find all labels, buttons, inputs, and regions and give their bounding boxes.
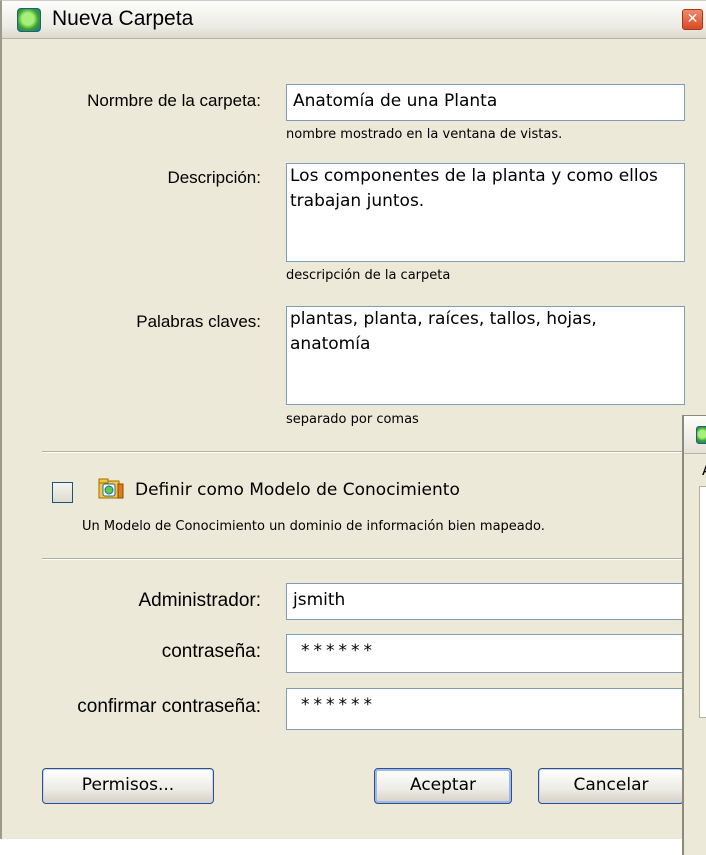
password-label: contraseña: — [161, 641, 261, 662]
confirm-password-label: confirmar contraseña: — [77, 696, 261, 717]
background-window-titlebar[interactable] — [684, 416, 706, 454]
knowledge-model-hint: Un Modelo de Conocimiento un dominio de … — [82, 519, 545, 534]
description-textarea[interactable]: Los componentes de la planta y como ello… — [286, 163, 685, 262]
description-hint: descripción de la carpeta — [286, 268, 451, 283]
background-window-panel — [699, 486, 706, 718]
description-label: Descripción: — [167, 168, 261, 187]
app-logo-icon — [17, 8, 41, 32]
accept-button[interactable]: Aceptar — [374, 768, 512, 804]
keywords-textarea[interactable]: plantas, planta, raíces, tallos, hojas, … — [286, 306, 685, 405]
knowledge-model-icon — [98, 478, 124, 500]
knowledge-model-checkbox[interactable] — [52, 482, 73, 503]
keywords-label: Palabras claves: — [136, 312, 261, 331]
close-button[interactable]: ✕ — [682, 9, 703, 30]
app-logo-icon — [696, 426, 706, 444]
separator — [42, 558, 687, 560]
confirm-password-input[interactable]: ****** — [286, 688, 685, 730]
separator — [42, 451, 687, 453]
folder-name-input[interactable]: Anatomía de una Planta — [286, 84, 685, 121]
close-icon: ✕ — [686, 11, 699, 27]
admin-label: Administrador: — [138, 590, 262, 611]
new-folder-dialog: Nueva Carpeta ✕ Normbre de la carpeta: A… — [0, 0, 706, 839]
background-window-label: A — [702, 461, 706, 479]
title-bar[interactable]: Nueva Carpeta ✕ — [2, 1, 706, 39]
background-window[interactable]: A — [682, 415, 706, 855]
permissions-button[interactable]: Permisos... — [42, 768, 214, 804]
knowledge-model-label[interactable]: Definir como Modelo de Conocimiento — [135, 480, 460, 500]
admin-input[interactable]: jsmith — [286, 583, 685, 620]
folder-name-hint: nombre mostrado en la ventana de vistas. — [286, 127, 563, 142]
keywords-hint: separado por comas — [286, 412, 419, 427]
cancel-button[interactable]: Cancelar — [538, 768, 684, 804]
window-title: Nueva Carpeta — [52, 7, 194, 30]
folder-name-label: Normbre de la carpeta: — [87, 91, 261, 110]
password-input[interactable]: ****** — [286, 634, 685, 673]
